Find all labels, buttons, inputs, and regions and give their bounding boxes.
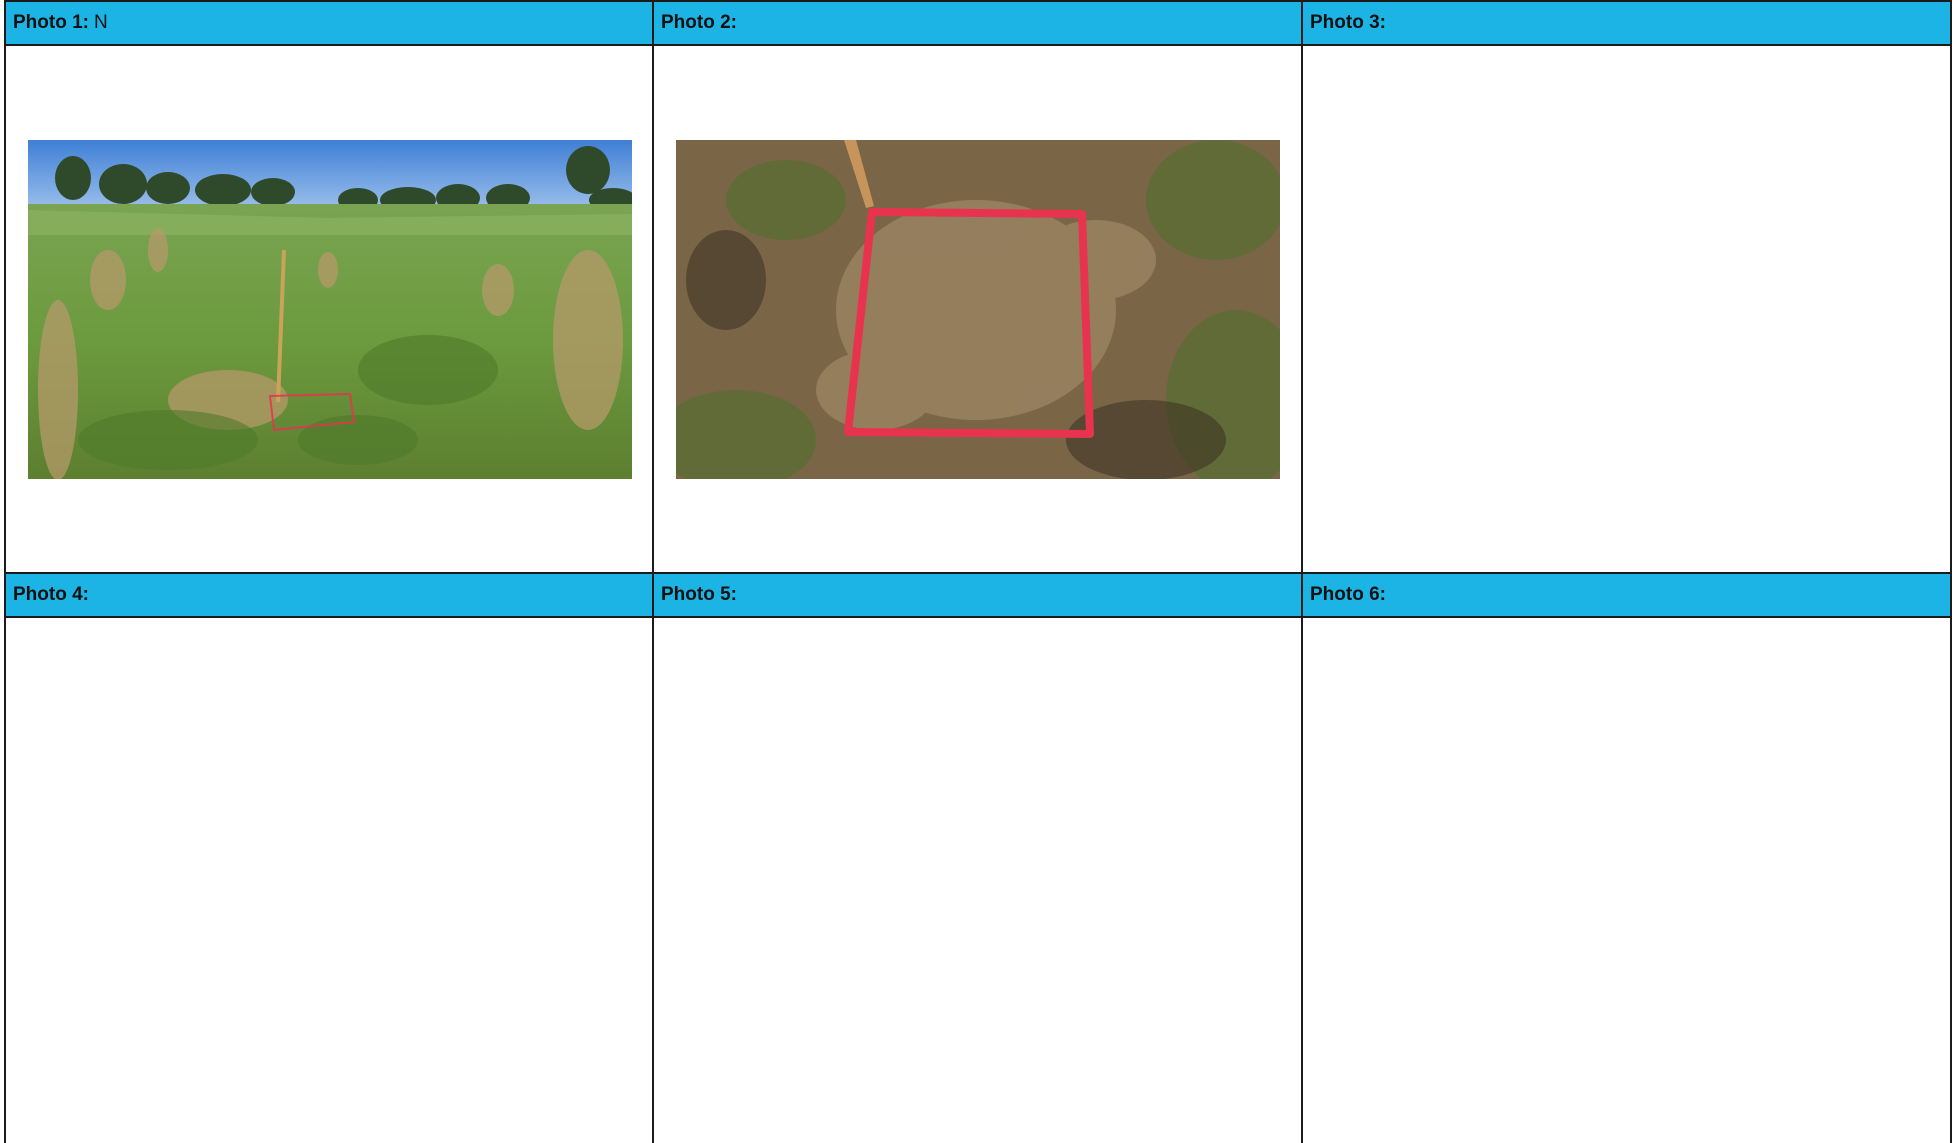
photo-header-5: Photo 5: [654, 572, 1301, 618]
photo-label-5: Photo 5: [661, 584, 737, 605]
photo-header-4: Photo 4: [6, 572, 652, 618]
photo-header-3: Photo 3: [1303, 0, 1950, 46]
photo-cell-5: Photo 5: [654, 572, 1303, 1143]
photo-header-1: Photo 1: N [6, 0, 652, 46]
photo-cell-6: Photo 6: [1303, 572, 1952, 1143]
photo-cell-3: Photo 3: [1303, 0, 1952, 572]
photo-label-4: Photo 4: [13, 584, 89, 605]
photo-cell-4: Photo 4: [6, 572, 654, 1143]
photo-label-2: Photo 2: [661, 12, 737, 33]
photo-image-1 [28, 140, 632, 479]
photo-cell-1: Photo 1: N [6, 0, 654, 572]
photo-image-2 [676, 140, 1280, 479]
photo-cell-2: Photo 2: [654, 0, 1303, 572]
photo-note-1: N [94, 12, 108, 33]
photo-header-6: Photo 6: [1303, 572, 1950, 618]
photo-label-3: Photo 3: [1310, 12, 1386, 33]
photo-table: Photo 1: N Photo 2: Photo 3: Photo 4: Ph… [4, 0, 1954, 1143]
photo-header-2: Photo 2: [654, 0, 1301, 46]
photo-label-1: Photo 1: [13, 12, 89, 33]
photo-label-6: Photo 6: [1310, 584, 1386, 605]
